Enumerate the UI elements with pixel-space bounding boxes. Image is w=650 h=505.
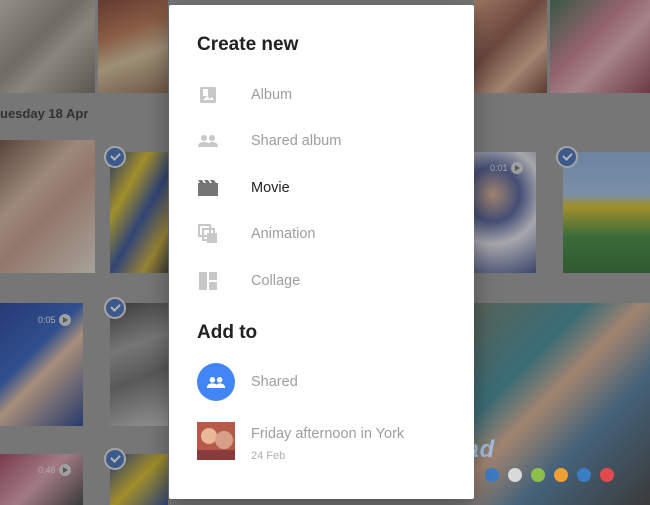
menu-item-label: Animation <box>251 226 316 242</box>
movie-icon <box>197 177 219 199</box>
menu-item-collage[interactable]: Collage <box>169 259 474 303</box>
collage-icon <box>197 270 219 292</box>
add-item-label: Shared <box>251 374 298 390</box>
menu-item-animation[interactable]: Animation <box>169 212 474 256</box>
add-to-shared[interactable]: Shared <box>169 358 474 408</box>
watermark-dot <box>577 468 591 482</box>
watermark-dot <box>485 468 499 482</box>
album-icon <box>197 84 219 106</box>
menu-item-label: Collage <box>251 273 301 289</box>
watermark-dot <box>531 468 545 482</box>
create-new-title: Create new <box>197 34 299 55</box>
watermark-dot <box>554 468 568 482</box>
menu-item-label: Album <box>251 87 293 103</box>
add-item-label: Friday afternoon in York <box>251 426 405 442</box>
album-thumbnail <box>197 422 235 460</box>
add-item-sublabel: 24 Feb <box>251 450 286 462</box>
add-to-album-friday-afternoon[interactable]: Friday afternoon in York 24 Feb <box>169 416 474 466</box>
people-icon <box>206 376 226 388</box>
menu-item-label: Movie <box>251 180 290 196</box>
menu-item-shared-album[interactable]: Shared album <box>169 119 474 163</box>
create-new-dialog: Create new Album Shared album Movie Anim… <box>169 5 474 499</box>
menu-item-label: Shared album <box>251 133 342 149</box>
animation-icon <box>197 223 219 245</box>
menu-item-album[interactable]: Album <box>169 73 474 117</box>
watermark-dot <box>600 468 614 482</box>
people-icon <box>197 130 219 152</box>
watermark-dots <box>485 468 614 482</box>
add-to-title: Add to <box>197 322 258 343</box>
watermark-dot <box>508 468 522 482</box>
menu-item-movie[interactable]: Movie <box>169 166 474 210</box>
shared-avatar <box>197 363 235 401</box>
